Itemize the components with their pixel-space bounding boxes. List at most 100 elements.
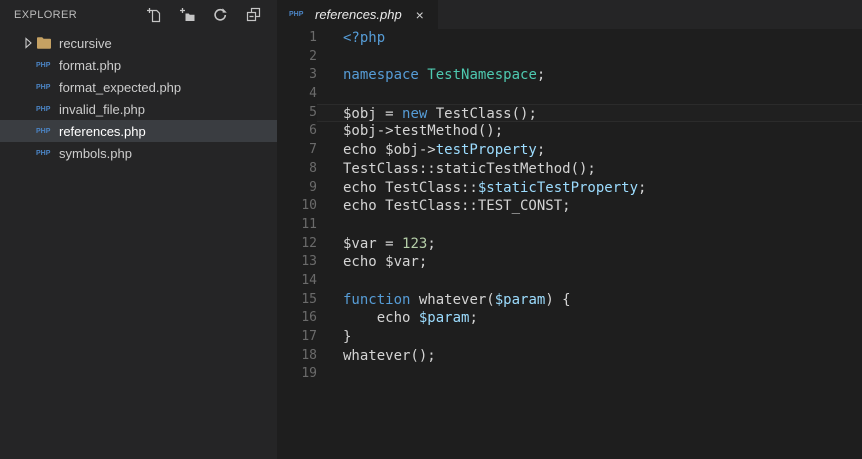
tab-label: references.php <box>315 7 402 22</box>
line-number[interactable]: 7 <box>277 141 317 160</box>
code-line-3[interactable]: 3 namespace TestNamespace; <box>277 66 862 85</box>
folder-icon <box>36 35 56 51</box>
line-number[interactable]: 10 <box>277 197 317 216</box>
token-plain: TestClass::staticTestMethod(); <box>343 160 596 177</box>
code-line-19[interactable]: 19 <box>277 365 862 384</box>
code-line-18[interactable]: 18 whatever(); <box>277 347 862 366</box>
code-line-2[interactable]: 2 <box>277 48 862 67</box>
token-plain: ) { <box>545 291 571 308</box>
line-number[interactable]: 18 <box>277 347 317 366</box>
token-plain: ; <box>469 310 478 327</box>
line-content: echo $var; <box>317 253 862 272</box>
token-plain: whatever( <box>410 291 495 308</box>
line-content <box>317 216 862 235</box>
tree-item-label: format.php <box>59 57 122 73</box>
code-line-8[interactable]: 8 TestClass::staticTestMethod(); <box>277 160 862 179</box>
explorer-actions <box>146 7 261 23</box>
token-plain: echo TestClass:: <box>343 179 478 196</box>
new-file-icon[interactable] <box>146 7 162 23</box>
line-content: } <box>317 328 862 347</box>
token-property: $param <box>418 310 470 327</box>
token-plain: echo TestClass::TEST_CONST; <box>343 198 571 215</box>
chevron-right-icon[interactable] <box>20 35 36 51</box>
line-number[interactable]: 3 <box>277 66 317 85</box>
token-plain: } <box>343 329 352 345</box>
code-line-14[interactable]: 14 <box>277 272 862 291</box>
php-file-icon: PHP <box>36 127 51 135</box>
line-number[interactable]: 15 <box>277 291 317 310</box>
line-content: whatever(); <box>317 347 862 366</box>
code-line-16[interactable]: 16 echo $param; <box>277 309 862 328</box>
tree-item-format-expected-php[interactable]: PHP format_expected.php <box>0 76 277 98</box>
line-content: echo $obj->testProperty; <box>317 141 862 160</box>
token-class: TestNamespace <box>427 67 537 84</box>
php-file-icon: PHP <box>36 105 51 113</box>
line-number[interactable]: 19 <box>277 365 317 384</box>
file-tree: recursive PHP format.php PHP format_expected… <box>0 30 277 459</box>
explorer-sidebar: EXPLORER recursive PHP format.php PHP fo… <box>0 0 277 459</box>
code-line-17[interactable]: 17} <box>277 328 862 347</box>
line-number[interactable]: 8 <box>277 160 317 179</box>
code-line-1[interactable]: 1 <?php <box>277 29 862 48</box>
code-line-9[interactable]: 9 echo TestClass::$staticTestProperty; <box>277 179 862 198</box>
workbench: EXPLORER recursive PHP format.php PHP fo… <box>0 0 862 459</box>
tree-item-invalid-file-php[interactable]: PHP invalid_file.php <box>0 98 277 120</box>
token-plain: echo <box>343 310 419 327</box>
collapse-all-icon[interactable] <box>245 7 261 23</box>
tree-item-recursive[interactable]: recursive <box>0 32 277 54</box>
line-number[interactable]: 9 <box>277 179 317 198</box>
token-plain: ; <box>536 67 546 84</box>
code-line-4[interactable]: 4 <box>277 85 862 104</box>
line-number[interactable]: 17 <box>277 328 317 347</box>
token-property: $staticTestProperty <box>477 179 639 196</box>
code-line-6[interactable]: 6 $obj->testMethod(); <box>277 122 862 141</box>
new-folder-icon[interactable] <box>179 7 195 23</box>
token-keyword: new <box>402 105 428 122</box>
tab-references-php[interactable]: PHP references.php × <box>277 0 438 29</box>
token-keyword: namespace <box>343 67 419 84</box>
line-content: function whatever($param) { <box>317 291 862 310</box>
token-plain: ; <box>536 142 546 159</box>
tab-close-icon[interactable]: × <box>412 8 428 22</box>
line-number[interactable]: 5 <box>277 104 317 123</box>
line-number[interactable]: 16 <box>277 309 317 328</box>
line-number[interactable]: 14 <box>277 272 317 291</box>
php-file-icon: PHP <box>36 83 51 91</box>
line-content: $obj = new TestClass(); <box>317 103 862 123</box>
refresh-icon[interactable] <box>212 7 228 23</box>
token-plain: ; <box>427 235 436 252</box>
line-number[interactable]: 1 <box>277 29 317 48</box>
token-property: testProperty <box>435 142 537 159</box>
tree-item-label: recursive <box>59 35 112 51</box>
code-line-12[interactable]: 12 $var = 123; <box>277 235 862 254</box>
code-line-7[interactable]: 7 echo $obj->testProperty; <box>277 141 862 160</box>
code-line-5[interactable]: 5 $obj = new TestClass(); <box>277 103 862 123</box>
code-line-10[interactable]: 10 echo TestClass::TEST_CONST; <box>277 197 862 216</box>
code-line-13[interactable]: 13 echo $var; <box>277 253 862 272</box>
code-line-11[interactable]: 11 <box>277 216 862 235</box>
token-plain: whatever(); <box>343 347 436 364</box>
tree-item-format-php[interactable]: PHP format.php <box>0 54 277 76</box>
line-content: echo $param; <box>317 309 862 328</box>
line-content: echo TestClass::$staticTestProperty; <box>317 179 862 198</box>
line-number[interactable]: 6 <box>277 122 317 141</box>
line-content <box>317 365 862 384</box>
tree-item-label: invalid_file.php <box>59 101 146 117</box>
line-number[interactable]: 4 <box>277 85 317 104</box>
line-number[interactable]: 2 <box>277 48 317 67</box>
tree-item-references-php[interactable]: PHP references.php <box>0 120 277 142</box>
line-content <box>317 85 862 104</box>
php-file-icon: PHP <box>36 149 51 157</box>
code-editor[interactable]: 1 <?php 2 3 namespace TestNamespace; 4 5 $obj =… <box>277 29 862 459</box>
explorer-title: EXPLORER <box>14 9 78 21</box>
code-line-15[interactable]: 15 function whatever($param) { <box>277 291 862 310</box>
line-number[interactable]: 13 <box>277 253 317 272</box>
line-number[interactable]: 11 <box>277 216 317 235</box>
token-plain: ; <box>638 179 647 196</box>
tree-item-symbols-php[interactable]: PHP symbols.php <box>0 142 277 164</box>
token-plain: echo $var; <box>343 254 428 271</box>
line-number[interactable]: 12 <box>277 235 317 254</box>
php-file-icon: PHP <box>36 61 51 69</box>
